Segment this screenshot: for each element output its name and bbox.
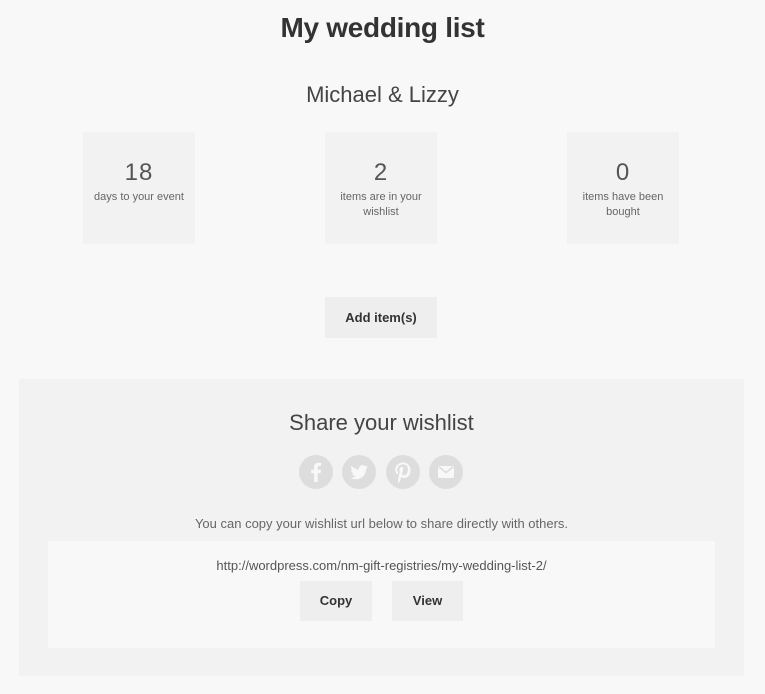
share-panel: Share your wishlist You can copy your wi… (19, 379, 744, 676)
facebook-icon[interactable] (299, 455, 333, 489)
wishlist-url[interactable]: http://wordpress.com/nm-gift-registries/… (48, 558, 715, 573)
share-instructions: You can copy your wishlist url below to … (194, 516, 569, 531)
stat-value: 2 (373, 159, 389, 186)
pinterest-icon[interactable] (386, 455, 420, 489)
couple-names: Michael & Lizzy (306, 82, 459, 107)
stat-value: 18 (124, 159, 154, 186)
stat-days-to-event: 18 days to your event (83, 132, 195, 244)
twitter-icon[interactable] (342, 455, 376, 489)
stat-value: 0 (615, 159, 631, 186)
stat-label: items are in your wishlist (340, 191, 422, 218)
stat-label: items have been bought (582, 191, 664, 218)
stat-items-bought: 0 items have been bought (567, 132, 679, 244)
view-wishlist-button[interactable]: View (392, 581, 463, 621)
stat-label: days to your event (94, 191, 184, 203)
add-items-button[interactable]: Add item(s) (325, 297, 437, 338)
wishlist-url-box: http://wordpress.com/nm-gift-registries/… (48, 541, 715, 648)
share-title: Share your wishlist (289, 410, 474, 435)
email-icon[interactable] (429, 455, 463, 489)
copy-url-button[interactable]: Copy (300, 581, 372, 621)
page-title: My wedding list (280, 12, 485, 43)
stat-items-in-wishlist: 2 items are in your wishlist (325, 132, 437, 244)
wishlist-page: My wedding list Michael & Lizzy 18 days … (0, 0, 765, 694)
